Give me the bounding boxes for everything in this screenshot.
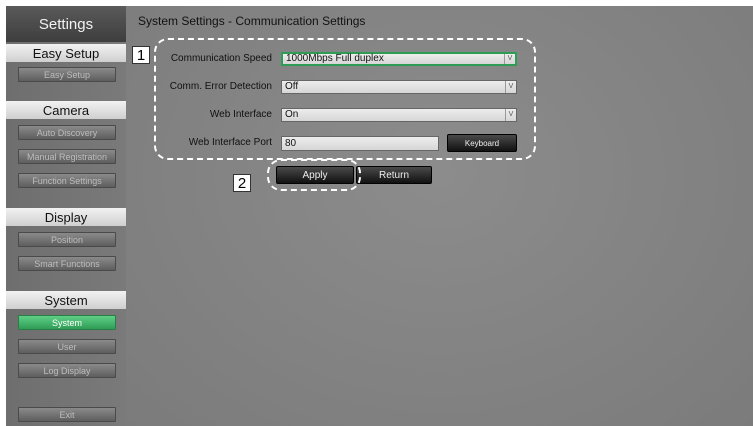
sidebar-item-user[interactable]: User xyxy=(18,339,116,354)
callout-frame-2 xyxy=(267,159,361,191)
main-panel: System Settings - Communication Settings… xyxy=(126,6,753,426)
sidebar-item-position[interactable]: Position xyxy=(18,232,116,247)
sidebar-item-log-display[interactable]: Log Display xyxy=(18,363,116,378)
sidebar-title: Settings xyxy=(6,6,126,42)
callout-frame-1 xyxy=(154,38,536,160)
sidebar-item-manual-registration[interactable]: Manual Registration xyxy=(18,149,116,164)
section-heading-easy-setup: Easy Setup xyxy=(6,44,126,62)
sidebar-item-system[interactable]: System xyxy=(18,315,116,330)
sidebar-item-easy-setup[interactable]: Easy Setup xyxy=(18,67,116,82)
sidebar-item-function-settings[interactable]: Function Settings xyxy=(18,173,116,188)
section-heading-camera: Camera xyxy=(6,101,126,119)
sidebar: Settings Easy Setup Easy Setup Camera Au… xyxy=(6,6,126,426)
return-button[interactable]: Return xyxy=(356,166,432,184)
section-heading-system: System xyxy=(6,291,126,309)
section-heading-display: Display xyxy=(6,208,126,226)
sidebar-item-smart-functions[interactable]: Smart Functions xyxy=(18,256,116,271)
page-title: System Settings - Communication Settings xyxy=(138,14,366,28)
callout-number-2: 2 xyxy=(233,174,251,192)
settings-window: Settings Easy Setup Easy Setup Camera Au… xyxy=(0,0,753,426)
exit-button[interactable]: Exit xyxy=(18,407,116,422)
callout-number-1: 1 xyxy=(132,46,150,64)
sidebar-item-auto-discovery[interactable]: Auto Discovery xyxy=(18,125,116,140)
